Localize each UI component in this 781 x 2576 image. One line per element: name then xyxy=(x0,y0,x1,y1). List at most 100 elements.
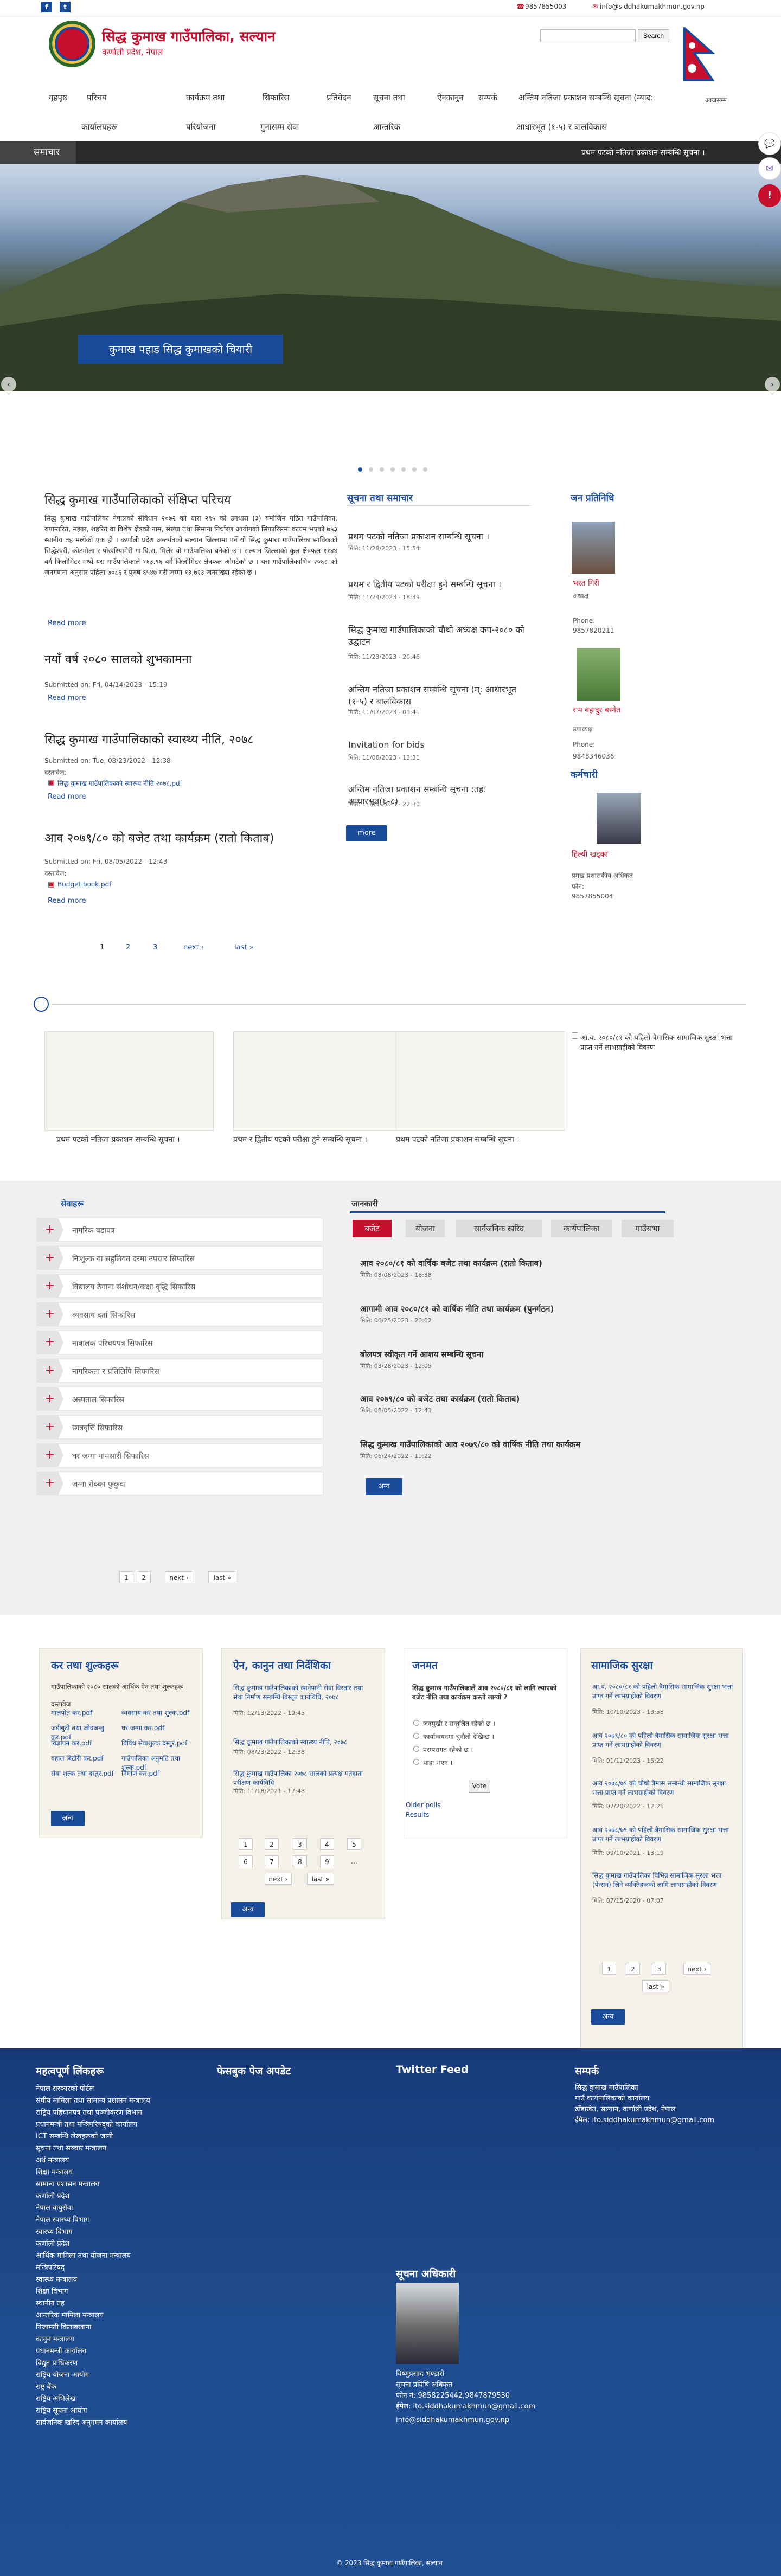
footer-link[interactable]: कर्णाली प्रदेश xyxy=(36,2238,69,2248)
nav-contact[interactable]: सम्पर्क xyxy=(478,92,497,103)
poll-radio[interactable] xyxy=(413,1746,419,1752)
poll-option[interactable]: थाहा भएन । xyxy=(423,1758,452,1767)
nav-offices[interactable]: कार्यालयहरू xyxy=(81,121,117,132)
nav-about[interactable]: परिचय xyxy=(87,92,107,103)
nav-home[interactable]: गृहपृष्ठ xyxy=(49,92,67,103)
footer-link[interactable]: कानुन मन्त्रालय xyxy=(36,2334,74,2343)
tax-file[interactable]: विविध सेवाशुल्क दस्तुर.pdf xyxy=(121,1738,192,1748)
news-item-title[interactable]: सिद्ध कुमाख गाउँपालिकाको चौथो अध्यक्ष कप… xyxy=(348,624,533,647)
footer-link[interactable]: नेपाल स्वास्थ्य विभाग xyxy=(36,2214,89,2224)
officer-email[interactable]: ईमेल: ito.siddhakumakhmun@gmail.com xyxy=(396,2401,535,2411)
tab-procurement[interactable]: सार्वजनिक खरिद xyxy=(456,1220,542,1237)
footer-link[interactable]: राष्ट्रिय अभिलेख xyxy=(36,2393,75,2403)
alert-icon[interactable]: ! xyxy=(758,184,781,207)
info-item-title[interactable]: आगामी आव २०८०/८१ को वार्षिक नीति तथा कार… xyxy=(360,1303,653,1314)
vote-button[interactable]: Vote xyxy=(469,1780,490,1793)
footer-link[interactable]: नेपाल सरकारको पोर्टल xyxy=(36,2083,94,2093)
footer-link[interactable]: स्थानीय तह xyxy=(36,2298,65,2308)
municipality-logo[interactable] xyxy=(49,21,95,67)
pager-page[interactable]: 3 xyxy=(153,943,157,952)
footer-link[interactable]: संघीय मामिला तथा सामान्य प्रशासन मन्त्रा… xyxy=(36,2095,150,2105)
tax-more-button[interactable]: अन्य xyxy=(51,1811,85,1826)
service-item[interactable]: + नागरिकता र प्रतिलिपि सिफारिस xyxy=(36,1359,323,1383)
poll-option[interactable]: परम्परागत रहेको छ । xyxy=(423,1745,473,1754)
nav-laws[interactable]: ऐनकानुन xyxy=(437,92,464,103)
article-read-more[interactable]: Read more xyxy=(48,694,86,702)
footer-link[interactable]: स्वास्थ्य मन्त्रालय xyxy=(36,2274,77,2284)
tax-file[interactable]: निर्माण कर.pdf xyxy=(121,1769,192,1778)
tab-assembly[interactable]: गाउँसभा xyxy=(622,1220,674,1237)
footer-link[interactable]: राष्ट्र बैंक xyxy=(36,2381,56,2391)
info-item-title[interactable]: सिद्ध कुमाख गाउँपालिकाको आव २०७९/८० को व… xyxy=(360,1439,653,1450)
service-item[interactable]: + नागरिक बडापत्र xyxy=(36,1218,323,1242)
footer-link[interactable]: निजामती किताबखाना xyxy=(36,2322,91,2331)
pager-page[interactable]: 8 xyxy=(293,1855,307,1867)
social-item-title[interactable]: आ.व. २०८०/८१ को पहिलो त्रैमासिक सामाजिक … xyxy=(592,1682,733,1700)
footer-link[interactable]: सूचना तथा सञ्चार मन्त्रालय xyxy=(36,2143,106,2153)
nav-recommendation[interactable]: सिफारिस xyxy=(263,92,290,103)
service-item[interactable]: + छात्रवृत्ति सिफारिस xyxy=(36,1415,323,1439)
nav-grievance[interactable]: गुनासम्म सेवा xyxy=(260,121,299,132)
news-item-title[interactable]: Invitation for bids xyxy=(348,740,533,750)
service-item[interactable]: + विद्यालय ठेगाना संशोधन/कक्षा वृद्धि सिफ… xyxy=(36,1274,323,1298)
footer-link[interactable]: शिक्षा मन्त्रालय xyxy=(36,2167,73,2176)
info-more-button[interactable]: अन्य xyxy=(366,1478,402,1495)
service-item[interactable]: + घर जग्गा नामसारी सिफारिस xyxy=(36,1443,323,1467)
pager-next[interactable]: next › xyxy=(265,1873,292,1885)
law-item-title[interactable]: सिद्ध कुमाख गाउँपालिकाको स्वास्थ्य नीति,… xyxy=(233,1737,374,1746)
pager-page[interactable]: 5 xyxy=(347,1838,361,1850)
nav-reports[interactable]: प्रतिवेदन xyxy=(327,92,351,103)
pager-page[interactable]: 3 xyxy=(652,1963,666,1975)
info-item-title[interactable]: बोलपत्र स्वीकृत गर्ने आशय सम्बन्धि सूचना xyxy=(360,1349,653,1360)
pager-page[interactable]: 9 xyxy=(320,1855,334,1867)
gallery-image[interactable] xyxy=(44,1031,214,1131)
ticker-text[interactable]: प्रथम पटको नतिजा प्रकाशन सम्बन्धि सूचना … xyxy=(581,147,705,158)
article-read-more[interactable]: Read more xyxy=(48,897,86,905)
gallery-caption[interactable]: प्रथम पटको नतिजा प्रकाशन सम्बन्धि सूचना … xyxy=(396,1134,564,1145)
footer-link[interactable]: राष्ट्रिय योजना आयोग xyxy=(36,2369,89,2379)
pager-next[interactable]: next › xyxy=(165,1571,193,1583)
social-item-title[interactable]: सिद्ध कुमाख गाउँपालिका विभिन्न सामाजिक स… xyxy=(592,1871,733,1889)
service-item[interactable]: + निःशुल्क वा सहुलियत दरमा उपचार सिफारिस xyxy=(36,1246,323,1270)
poll-option[interactable]: जनमुखी र सन्तुलित रहेको छ । xyxy=(423,1719,495,1728)
law-item-title[interactable]: सिद्ध कुमाख गाउँपालिकाको खानेपानी सेवा व… xyxy=(233,1683,374,1701)
footer-link[interactable]: सार्वजनिक खरिद अनुगमन कार्यालय xyxy=(36,2417,127,2427)
slider-dot[interactable] xyxy=(380,467,384,472)
poll-radio[interactable] xyxy=(413,1720,419,1726)
facebook-icon[interactable]: f xyxy=(41,2,52,12)
gallery-caption[interactable]: प्रथम र द्वितीय पटको परीक्षा हुने सम्बन्… xyxy=(233,1134,396,1145)
service-item[interactable]: + व्यवसाय दर्ता सिफारिस xyxy=(36,1302,323,1326)
article-title[interactable]: सिद्ध कुमाख गाउँपालिकाको स्वास्थ्य नीति,… xyxy=(44,731,254,747)
footer-link[interactable]: आर्थिक मामिला तथा योजना मन्त्रालय xyxy=(36,2250,131,2260)
news-item-title[interactable]: प्रथम पटको नतिजा प्रकाशन सम्बन्धि सूचना … xyxy=(348,530,533,542)
service-item[interactable]: + जग्गा रोक्का फुकुवा xyxy=(36,1472,323,1495)
representative-name[interactable]: राम बहादुर बस्नेत xyxy=(573,705,620,715)
slider-dot[interactable] xyxy=(390,467,395,472)
intro-read-more[interactable]: Read more xyxy=(48,619,86,627)
nav-basic-level[interactable]: आधारभूत (१-५) र बालविकास xyxy=(516,121,607,132)
service-item[interactable]: + नाबालक परिचयपत्र सिफारिस xyxy=(36,1331,323,1354)
tab-executive[interactable]: कार्यपालिका xyxy=(551,1220,612,1237)
pager-last[interactable]: last » xyxy=(234,943,254,952)
news-more-button[interactable]: more xyxy=(346,825,387,841)
hero-prev-button[interactable]: ‹ xyxy=(1,377,16,391)
social-item-title[interactable]: आव २०७८/७९ को पहिलो त्रैमासिक सामाजिक सु… xyxy=(592,1825,733,1843)
poll-option[interactable]: कार्यान्वयनमा चुनौती देखिन्छ । xyxy=(423,1732,494,1741)
pager-next[interactable]: next › xyxy=(183,943,204,952)
gallery-image[interactable] xyxy=(396,1031,565,1131)
tax-file[interactable]: मालपोत कर.pdf xyxy=(51,1708,121,1717)
nav-internal[interactable]: आन्तरिक xyxy=(373,121,400,132)
nav-result-notice[interactable]: अन्तिम नतिजा प्रकाशन सम्बन्धि सूचना (म्य… xyxy=(518,92,654,103)
footer-link[interactable]: मन्त्रिपरिषद् xyxy=(36,2262,65,2272)
nav-projects[interactable]: परियोजना xyxy=(186,121,215,132)
footer-link[interactable]: स्वास्थ्य विभाग xyxy=(36,2226,73,2236)
footer-link[interactable]: राष्ट्रिय पहिचानपत्र तथा पञ्जीकरण विभाग xyxy=(36,2107,142,2117)
gallery-caption[interactable]: प्रथम पटको नतिजा प्रकाशन सम्बन्धि सूचना … xyxy=(56,1134,208,1145)
search-button[interactable]: Search xyxy=(638,29,669,42)
pager-page[interactable]: 2 xyxy=(137,1571,151,1583)
article-title[interactable]: आव २०७९/८० को बजेट तथा कार्यक्रम (रातो क… xyxy=(44,830,274,846)
article-title[interactable]: नयाँ वर्ष २०८० सालको शुभकामना xyxy=(44,651,192,667)
article-attachment[interactable]: Budget book.pdf xyxy=(57,881,112,888)
article-attachment[interactable]: सिद्ध कुमाख गाउँपालिकाको स्वास्थ्य नीति … xyxy=(57,779,182,788)
tax-file[interactable]: सेवा शुल्क तथा दस्तुर.pdf xyxy=(51,1769,121,1778)
